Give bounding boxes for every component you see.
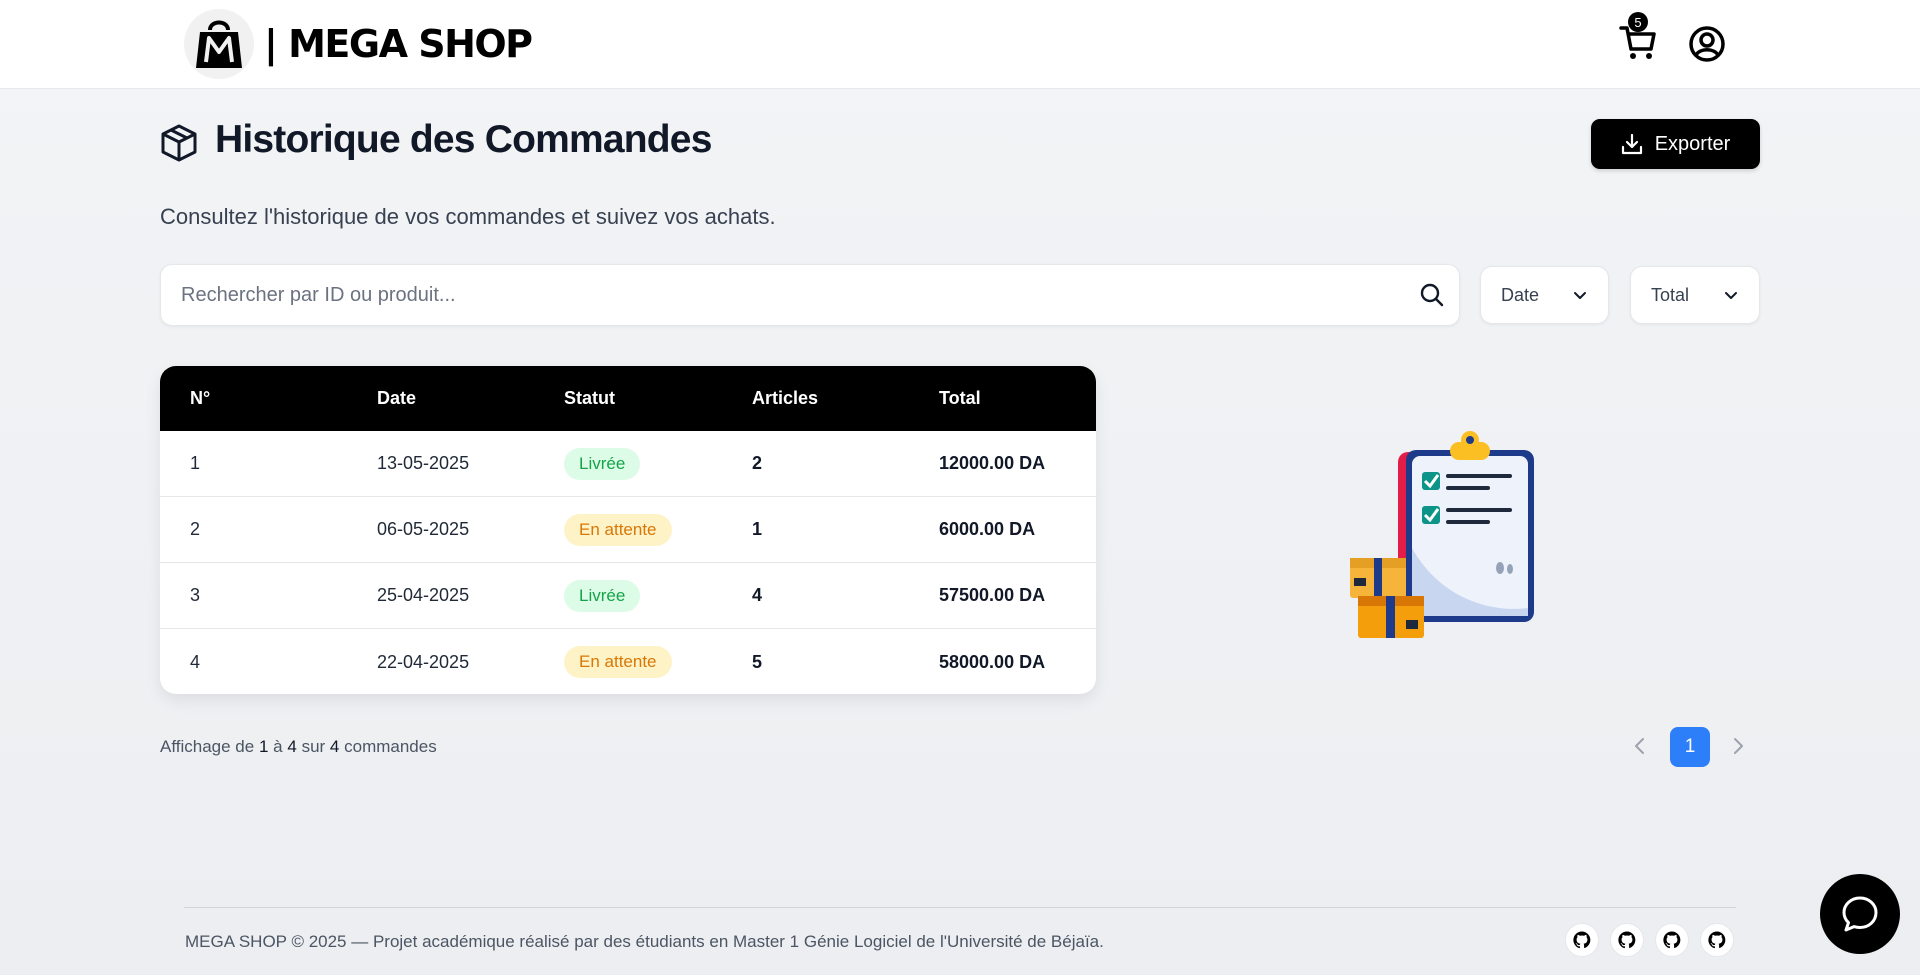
next-page-icon[interactable] (1726, 734, 1750, 758)
date-filter-label: Date (1501, 284, 1540, 305)
order-total: 6000.00 DA (939, 519, 1036, 539)
footer-text: MEGA SHOP © 2025 — Projet académique réa… (185, 932, 1104, 951)
page-title: Historique des Commandes (215, 118, 712, 161)
table-row[interactable]: 3 25-04-2025 Livrée 4 57500.00 DA (160, 563, 1096, 629)
status-cell: Livrée (564, 447, 752, 480)
pagination-summary: Affichage de 1 à 4 sur 4 commandes (160, 737, 437, 757)
search-icon[interactable] (1419, 282, 1445, 308)
chevron-down-icon (1574, 292, 1586, 299)
header-status[interactable]: Statut (564, 388, 752, 409)
search-input[interactable] (181, 265, 1381, 325)
github-icon (1708, 931, 1726, 949)
page-button-current[interactable]: 1 (1670, 727, 1710, 767)
status-badge: Livrée (564, 579, 641, 612)
order-total: 12000.00 DA (939, 453, 1046, 473)
order-total: 58000.00 DA (939, 651, 1046, 672)
pagination-prefix: Affichage de (160, 737, 255, 756)
status-badge: Livrée (564, 447, 641, 480)
clipboard-boxes-illustration (1350, 431, 1534, 638)
table-row[interactable]: 1 13-05-2025 Livrée 2 12000.00 DA (160, 431, 1096, 497)
table-row[interactable]: 4 22-04-2025 En attente 5 58000.00 DA (160, 629, 1096, 694)
bag-logo-icon (184, 9, 254, 79)
pagination-count: 4 (329, 737, 340, 756)
table-header: N° Date Statut Articles Total (160, 366, 1096, 431)
status-cell: Livrée (564, 579, 752, 612)
github-link-2[interactable] (1610, 923, 1644, 957)
github-link-3[interactable] (1655, 923, 1689, 957)
order-id: 4 (190, 651, 201, 672)
cart-count-badge: 5 (1628, 12, 1648, 32)
user-account-button[interactable] (1688, 25, 1726, 63)
total-filter-label: Total (1651, 284, 1690, 305)
status-cell: En attente (564, 513, 752, 546)
export-label: Exporter (1654, 132, 1731, 155)
pagination-sep2: sur (301, 737, 326, 756)
user-circle-icon (1689, 26, 1725, 62)
status-cell: En attente (564, 646, 752, 678)
orders-table: N° Date Statut Articles Total 1 13-05-20… (160, 366, 1096, 694)
chevron-down-icon (1725, 292, 1737, 299)
footer-divider (184, 907, 1736, 908)
chat-button[interactable] (1820, 874, 1900, 954)
chat-bubble-icon (1842, 896, 1878, 932)
github-icon (1573, 931, 1591, 949)
brand-name: | MEGA SHOP (264, 22, 533, 66)
order-id: 2 (190, 519, 201, 539)
order-articles: 2 (752, 453, 763, 473)
github-link-4[interactable] (1700, 923, 1734, 957)
pagination-to: 4 (287, 737, 297, 756)
header-date[interactable]: Date (377, 388, 564, 409)
search-bar (160, 264, 1460, 326)
status-badge: En attente (564, 513, 672, 546)
page-subtitle: Consultez l'historique de vos commandes … (160, 204, 776, 229)
pagination-suffix: commandes (344, 737, 437, 756)
package-icon (161, 124, 197, 162)
order-articles: 4 (752, 585, 763, 605)
total-filter-select[interactable]: Total (1630, 266, 1760, 324)
download-icon (1621, 133, 1642, 155)
order-id: 3 (190, 585, 201, 605)
pagination-from: 1 (258, 737, 269, 756)
date-filter-select[interactable]: Date (1480, 266, 1609, 324)
export-button[interactable]: Exporter (1591, 119, 1760, 169)
order-date: 06-05-2025 (377, 519, 470, 539)
order-date: 25-04-2025 (377, 585, 470, 605)
github-icon (1618, 931, 1636, 949)
top-header: | MEGA SHOP 5 (0, 0, 1920, 89)
github-icon (1663, 931, 1681, 949)
table-row[interactable]: 2 06-05-2025 En attente 1 6000.00 DA (160, 497, 1096, 563)
order-date: 13-05-2025 (377, 453, 470, 473)
order-articles: 1 (752, 519, 763, 539)
brand-logo[interactable]: | MEGA SHOP (184, 9, 533, 79)
order-id: 1 (190, 453, 201, 473)
order-total: 57500.00 DA (939, 585, 1046, 605)
order-articles: 5 (752, 651, 763, 672)
previous-page-icon[interactable] (1628, 734, 1652, 758)
header-total[interactable]: Total (939, 388, 1096, 409)
pagination-sep1: à (273, 737, 283, 756)
status-badge: En attente (564, 646, 672, 678)
order-date: 22-04-2025 (377, 651, 470, 672)
header-articles[interactable]: Articles (752, 388, 939, 409)
github-link-1[interactable] (1565, 923, 1599, 957)
header-number[interactable]: N° (190, 388, 377, 409)
